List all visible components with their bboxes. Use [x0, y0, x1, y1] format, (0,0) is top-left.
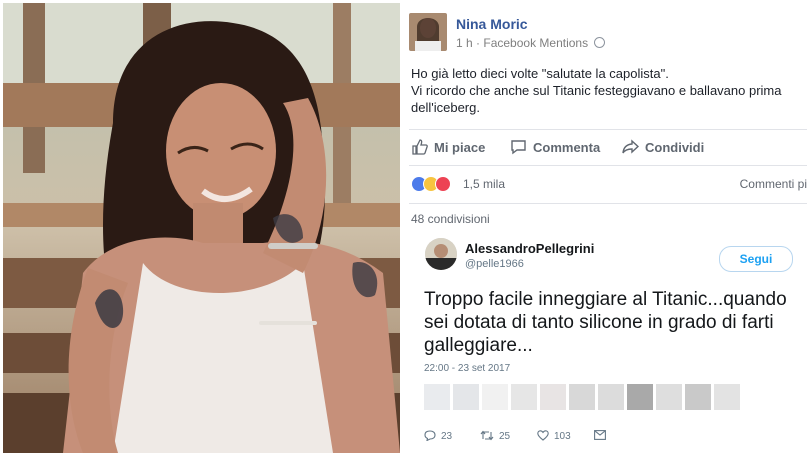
tweet-timestamp[interactable]: 22:00 - 23 set 2017	[424, 363, 510, 374]
profile-photo	[3, 3, 400, 453]
author-avatar[interactable]	[409, 13, 447, 51]
comment-button[interactable]: Commenta	[510, 139, 600, 158]
liker-avatar[interactable]	[453, 384, 479, 410]
divider	[409, 165, 807, 166]
liker-avatar[interactable]	[482, 384, 508, 410]
post-text-line: dell'iceberg.	[411, 100, 480, 115]
tweet-author-avatar[interactable]	[425, 238, 457, 270]
shares-count[interactable]: 48 condivisioni	[411, 212, 490, 226]
embedded-tweet: AlessandroPellegrini @pelle1966 Segui Tr…	[410, 226, 807, 453]
retweet-count: 25	[499, 431, 511, 442]
reply-button[interactable]: 23	[424, 430, 452, 444]
retweet-button[interactable]: 25	[480, 430, 510, 444]
share-label: Condividi	[645, 140, 705, 155]
post-time[interactable]: 1 h	[456, 36, 473, 50]
post-text: Ho già letto dieci volte "salutate la ca…	[411, 65, 801, 116]
tweet-text-line: sei dotata di tanto silicone in grado di…	[424, 312, 774, 333]
liker-avatar[interactable]	[656, 384, 682, 410]
retweet-icon	[480, 430, 494, 444]
share-icon	[622, 139, 640, 158]
facebook-post: Nina Moric 1 h · Facebook Mentions Ho gi…	[404, 3, 807, 226]
share-button[interactable]: Condividi	[622, 139, 704, 158]
love-reaction-icon	[435, 176, 451, 192]
liker-avatar[interactable]	[627, 384, 653, 410]
post-text-line: Ho già letto dieci volte "salutate la ca…	[411, 66, 669, 81]
post-text-line: Vi ricordo che anche sul Titanic festegg…	[411, 83, 782, 98]
post-source: Facebook Mentions	[483, 36, 589, 50]
like-count: 103	[554, 431, 571, 442]
image-frame: Nina Moric 1 h · Facebook Mentions Ho gi…	[0, 0, 810, 456]
liker-avatar[interactable]	[685, 384, 711, 410]
like-label: Mi piace	[434, 140, 486, 155]
reply-count: 23	[441, 431, 453, 442]
message-button[interactable]	[594, 430, 611, 443]
comments-link[interactable]: Commenti pi	[740, 177, 807, 191]
tweet-author-handle[interactable]: @pelle1966	[465, 258, 524, 270]
divider	[409, 129, 807, 130]
comment-icon	[510, 139, 527, 158]
like-tweet-button[interactable]: 103	[537, 430, 571, 444]
liker-avatar[interactable]	[540, 384, 566, 410]
thumbs-up-icon	[412, 139, 428, 158]
meta-separator: ·	[476, 36, 481, 50]
divider	[409, 203, 807, 204]
globe-icon	[594, 37, 606, 48]
author-name[interactable]: Nina Moric	[456, 16, 528, 32]
liker-avatar[interactable]	[511, 384, 537, 410]
tweet-text-line: galleggiare...	[424, 335, 533, 356]
reactions-count: 1,5 mila	[463, 177, 506, 191]
envelope-icon	[594, 430, 606, 443]
liker-avatar[interactable]	[598, 384, 624, 410]
post-actions: Mi piace Commenta Condividi	[409, 135, 807, 161]
follow-button[interactable]: Segui	[719, 246, 793, 272]
liker-avatar[interactable]	[424, 384, 450, 410]
comment-label: Commenta	[533, 140, 601, 155]
tweet-text: Troppo facile inneggiare al Titanic...qu…	[424, 288, 799, 357]
liker-avatar[interactable]	[714, 384, 740, 410]
post-meta: 1 h · Facebook Mentions	[456, 36, 606, 50]
tweet-text-line: Troppo facile inneggiare al Titanic...qu…	[424, 289, 787, 310]
likers-avatars	[424, 384, 743, 410]
tweet-author-name[interactable]: AlessandroPellegrini	[465, 241, 594, 256]
liker-avatar[interactable]	[569, 384, 595, 410]
like-button[interactable]: Mi piace	[412, 139, 485, 158]
reply-icon	[424, 430, 436, 444]
heart-icon	[537, 430, 549, 444]
